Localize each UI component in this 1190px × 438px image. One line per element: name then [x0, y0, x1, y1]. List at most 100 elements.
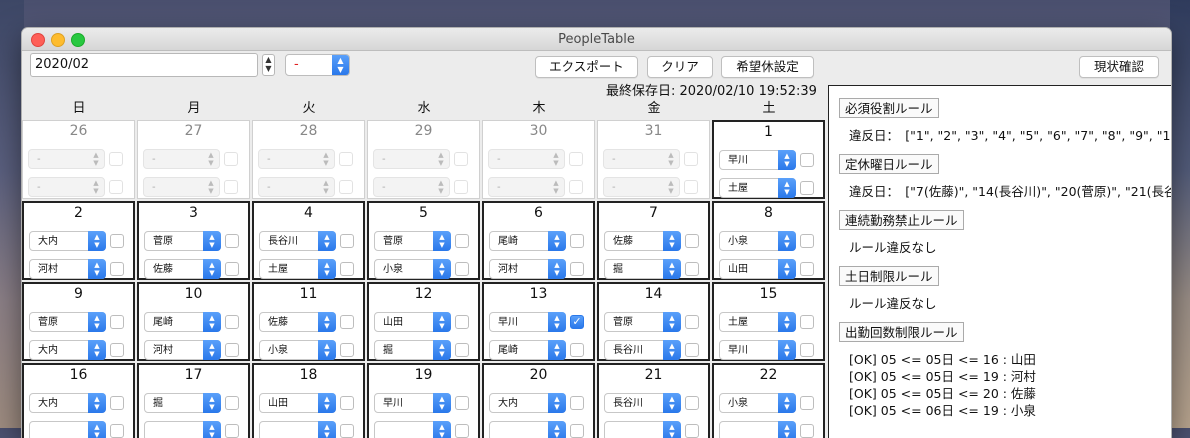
clear-button[interactable]: クリア: [647, 56, 713, 78]
holiday-checkbox[interactable]: [800, 262, 814, 276]
staff-select[interactable]: - ▲ ▼: [143, 177, 220, 197]
staff-select[interactable]: 河村 ▲ ▼: [489, 259, 566, 279]
holiday-checkbox[interactable]: [455, 396, 469, 410]
staff-select[interactable]: ▲ ▼: [489, 421, 566, 438]
staff-select[interactable]: 土屋 ▲ ▼: [719, 178, 796, 198]
staff-select[interactable]: 長谷川 ▲ ▼: [604, 393, 681, 413]
holiday-checkbox[interactable]: [800, 343, 814, 357]
holiday-checkbox[interactable]: [800, 396, 814, 410]
holiday-checkbox[interactable]: [685, 424, 699, 438]
staff-select[interactable]: 小泉 ▲ ▼: [719, 231, 796, 251]
staff-select[interactable]: 土屋 ▲ ▼: [719, 312, 796, 332]
staff-select[interactable]: 山田 ▲ ▼: [374, 312, 451, 332]
holiday-checkbox[interactable]: [340, 396, 354, 410]
holiday-checkbox[interactable]: [455, 262, 469, 276]
staff-select[interactable]: 山田 ▲ ▼: [259, 393, 336, 413]
holiday-checkbox[interactable]: [570, 234, 584, 248]
staff-select[interactable]: 菅原 ▲ ▼: [144, 231, 221, 251]
holiday-checkbox[interactable]: [225, 343, 239, 357]
holiday-checkbox[interactable]: [340, 234, 354, 248]
holiday-checkbox[interactable]: [685, 343, 699, 357]
status-check-button[interactable]: 現状確認: [1079, 56, 1159, 78]
holiday-checkbox[interactable]: [455, 343, 469, 357]
staff-select[interactable]: 尾崎 ▲ ▼: [489, 231, 566, 251]
staff-select[interactable]: ▲ ▼: [144, 421, 221, 438]
holiday-checkbox[interactable]: [685, 396, 699, 410]
staff-select[interactable]: 小泉 ▲ ▼: [719, 393, 796, 413]
holiday-checkbox[interactable]: [225, 396, 239, 410]
staff-select[interactable]: 菅原 ▲ ▼: [604, 312, 681, 332]
month-input[interactable]: 2020/02: [30, 53, 258, 77]
holiday-checkbox[interactable]: [110, 343, 124, 357]
holiday-checkbox[interactable]: [455, 315, 469, 329]
staff-select[interactable]: 小泉 ▲ ▼: [259, 340, 336, 360]
holiday-checkbox[interactable]: [340, 343, 354, 357]
staff-select[interactable]: - ▲ ▼: [258, 149, 335, 169]
holiday-checkbox[interactable]: [224, 180, 238, 194]
holiday-checkbox[interactable]: [340, 315, 354, 329]
holiday-checkbox[interactable]: [225, 315, 239, 329]
staff-select[interactable]: 菅原 ▲ ▼: [374, 231, 451, 251]
staff-select[interactable]: 掘 ▲ ▼: [374, 340, 451, 360]
holiday-checkbox[interactable]: [800, 181, 814, 195]
staff-select[interactable]: 早川 ▲ ▼: [489, 312, 566, 332]
staff-select[interactable]: 尾崎 ▲ ▼: [144, 312, 221, 332]
holiday-checkbox[interactable]: [570, 262, 584, 276]
holiday-checkbox[interactable]: [225, 262, 239, 276]
staff-select[interactable]: 掘 ▲ ▼: [604, 259, 681, 279]
holiday-checkbox[interactable]: [225, 234, 239, 248]
staff-select[interactable]: 大内 ▲ ▼: [29, 340, 106, 360]
export-button[interactable]: エクスポート: [535, 56, 638, 78]
staff-select[interactable]: 佐藤 ▲ ▼: [144, 259, 221, 279]
staff-select[interactable]: 早川 ▲ ▼: [719, 150, 796, 170]
holiday-checkbox[interactable]: [110, 396, 124, 410]
staff-select[interactable]: ▲ ▼: [604, 421, 681, 438]
staff-select[interactable]: 佐藤 ▲ ▼: [604, 231, 681, 251]
staff-select[interactable]: 早川 ▲ ▼: [374, 393, 451, 413]
staff-select[interactable]: - ▲ ▼: [258, 177, 335, 197]
staff-select[interactable]: - ▲ ▼: [28, 177, 105, 197]
holiday-checkbox[interactable]: [340, 424, 354, 438]
holiday-checkbox[interactable]: [685, 234, 699, 248]
staff-select[interactable]: 菅原 ▲ ▼: [29, 312, 106, 332]
holiday-settings-button[interactable]: 希望休設定: [721, 56, 814, 78]
staff-select[interactable]: 河村 ▲ ▼: [144, 340, 221, 360]
holiday-checkbox[interactable]: [569, 152, 583, 166]
staff-select[interactable]: 土屋 ▲ ▼: [259, 259, 336, 279]
holiday-checkbox[interactable]: [224, 152, 238, 166]
staff-select[interactable]: - ▲ ▼: [143, 149, 220, 169]
staff-select[interactable]: - ▲ ▼: [373, 177, 450, 197]
holiday-checkbox[interactable]: [225, 424, 239, 438]
staff-select[interactable]: - ▲ ▼: [603, 149, 680, 169]
staff-select[interactable]: 掘 ▲ ▼: [144, 393, 221, 413]
holiday-checkbox[interactable]: [800, 234, 814, 248]
holiday-checkbox[interactable]: [800, 153, 814, 167]
staff-select[interactable]: ▲ ▼: [719, 421, 796, 438]
holiday-checkbox[interactable]: [339, 152, 353, 166]
holiday-checkbox[interactable]: [455, 234, 469, 248]
staff-select[interactable]: - ▲ ▼: [373, 149, 450, 169]
staff-select[interactable]: - ▲ ▼: [488, 177, 565, 197]
staff-select[interactable]: 長谷川 ▲ ▼: [604, 340, 681, 360]
staff-select[interactable]: 山田 ▲ ▼: [719, 259, 796, 279]
holiday-checkbox[interactable]: [110, 262, 124, 276]
holiday-checkbox[interactable]: [110, 424, 124, 438]
holiday-checkbox[interactable]: ✓: [570, 315, 584, 329]
holiday-checkbox[interactable]: [684, 152, 698, 166]
holiday-checkbox[interactable]: [110, 234, 124, 248]
staff-select[interactable]: ▲ ▼: [259, 421, 336, 438]
month-stepper[interactable]: ▲ ▼: [262, 54, 275, 76]
holiday-checkbox[interactable]: [684, 180, 698, 194]
staff-select[interactable]: 大内 ▲ ▼: [29, 393, 106, 413]
staff-select[interactable]: 大内 ▲ ▼: [489, 393, 566, 413]
staff-select[interactable]: 河村 ▲ ▼: [29, 259, 106, 279]
holiday-checkbox[interactable]: [455, 424, 469, 438]
staff-select[interactable]: 大内 ▲ ▼: [29, 231, 106, 251]
staff-select[interactable]: 小泉 ▲ ▼: [374, 259, 451, 279]
staff-select[interactable]: ▲ ▼: [29, 421, 106, 438]
holiday-checkbox[interactable]: [110, 315, 124, 329]
holiday-checkbox[interactable]: [569, 180, 583, 194]
holiday-checkbox[interactable]: [339, 180, 353, 194]
holiday-checkbox[interactable]: [454, 180, 468, 194]
staff-select[interactable]: - ▲ ▼: [603, 177, 680, 197]
